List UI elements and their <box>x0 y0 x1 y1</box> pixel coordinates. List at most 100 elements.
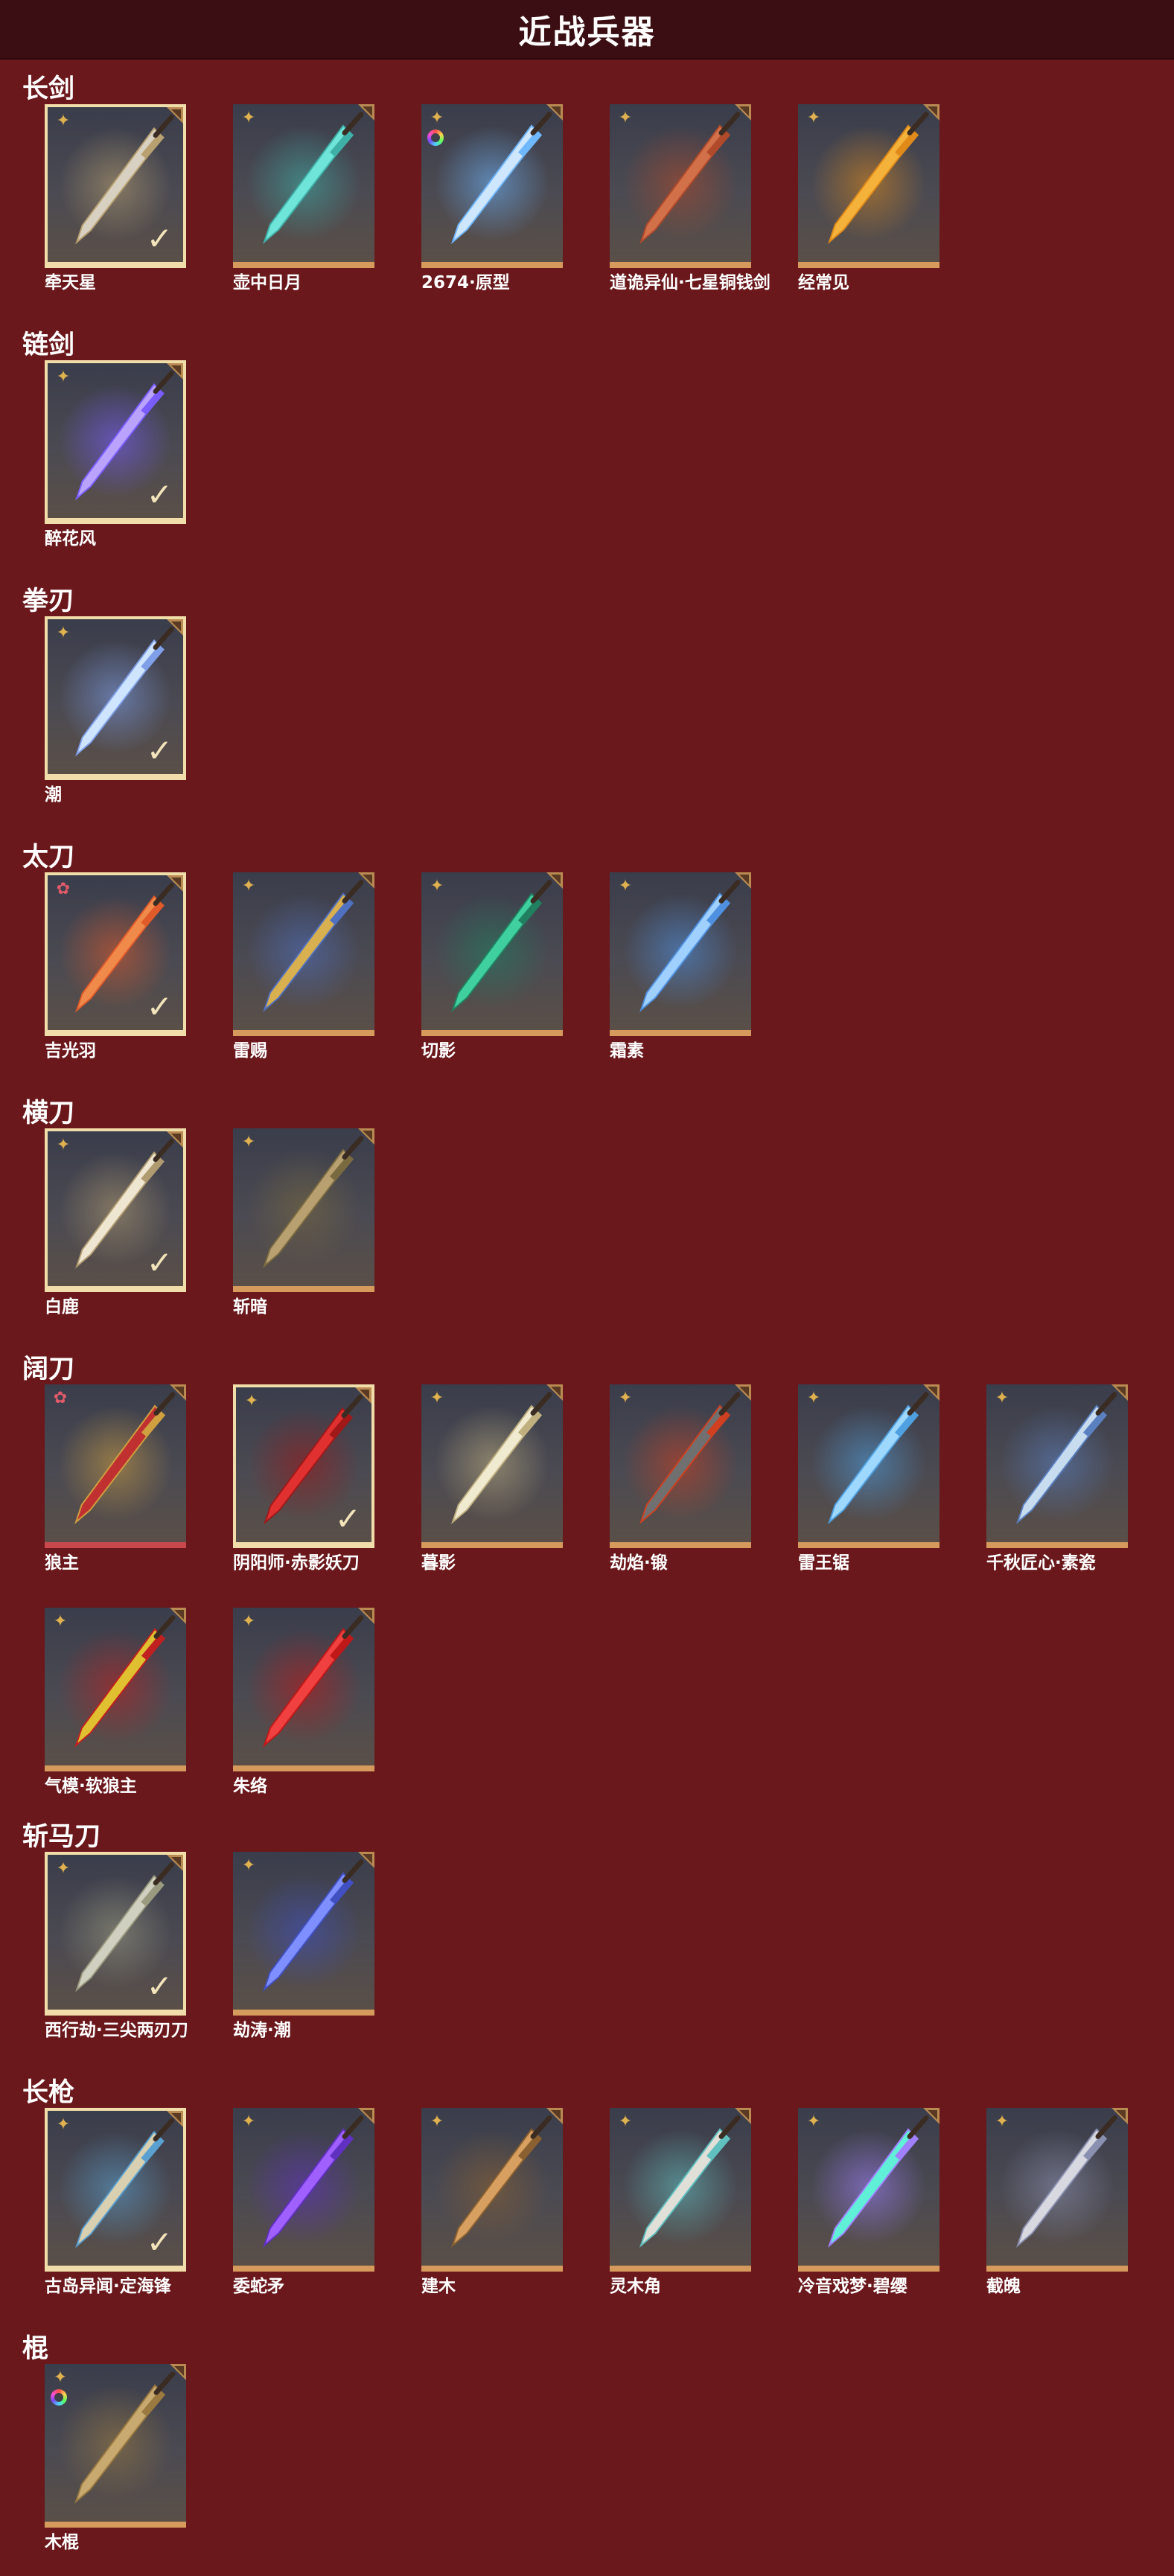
weapon-item[interactable]: ✦ ✓ 古岛异闻·定海锋 <box>45 2108 186 2297</box>
corner-badge-icon <box>167 1131 183 1148</box>
weapon-card[interactable]: ✦ <box>986 1384 1128 1548</box>
weapon-card[interactable]: ✦ ✓ <box>45 360 186 524</box>
weapon-item[interactable]: ✦ 建木 <box>421 2108 563 2297</box>
weapon-name: 吉光羽 <box>45 1041 96 1061</box>
weapon-name: 潮 <box>45 785 62 805</box>
weapon-card[interactable]: ✦ ✓ <box>45 616 186 780</box>
weapon-name: 切影 <box>421 1041 456 1061</box>
weapon-item[interactable]: ✦ 壶中日月 <box>233 104 374 293</box>
weapon-card[interactable]: ✦ <box>421 104 563 268</box>
weapon-item[interactable]: ✦ 千秋匠心·素瓷 <box>986 1384 1128 1573</box>
weapon-item[interactable]: ✦ 2674·原型 <box>421 104 563 293</box>
weapon-item[interactable]: ✦ 切影 <box>421 872 563 1061</box>
weapon-item[interactable]: ✦ 木棍 <box>45 2364 186 2553</box>
weapon-card[interactable]: ✦ <box>798 2108 939 2272</box>
equipped-check-icon: ✓ <box>146 2224 173 2260</box>
corner-badge-icon <box>735 104 751 121</box>
weapon-card[interactable]: ✦ <box>421 2108 563 2272</box>
weapon-name: 白鹿 <box>45 1297 79 1317</box>
gold-star-icon: ✦ <box>618 877 633 895</box>
gold-star-icon: ✦ <box>430 877 444 895</box>
weapon-name: 劫焰·锻 <box>610 1553 668 1573</box>
weapon-card[interactable]: ✦ <box>798 1384 939 1548</box>
weapon-row: ✦ ✓ 牵天星 ✦ 壶中日月 ✦ 2674·原型 ✦ 道诡异仙·七星铜钱剑 ✦ 经常见 <box>45 104 939 293</box>
corner-badge-icon <box>358 872 374 889</box>
weapon-card[interactable]: ✦ <box>233 872 374 1036</box>
weapon-item[interactable]: ✦ 雷赐 <box>233 872 374 1061</box>
weapon-row: ✿ ✓ 吉光羽 ✦ 雷赐 ✦ 切影 ✦ 霜素 <box>45 872 751 1061</box>
weapon-card[interactable]: ✦ <box>610 2108 751 2272</box>
weapon-row: ✿ 狼主 ✦ ✓ 阴阳师·赤影妖刀 ✦ 暮影 ✦ 劫焰·锻 ✦ 雷王锯 ✦ 千秋匠心·素瓷 <box>45 1384 1128 1573</box>
weapon-row: ✦ ✓ 古岛异闻·定海锋 ✦ 委蛇矛 ✦ 建木 ✦ 灵木角 ✦ 冷音戏梦·碧缨 ✦ 截魄 <box>45 2108 1128 2297</box>
weapon-row: ✦ ✓ 白鹿 ✦ 斩暗 <box>45 1128 374 1317</box>
category-title: 长剑 <box>22 74 75 104</box>
weapon-item[interactable]: ✦ ✓ 牵天星 <box>45 104 186 293</box>
weapon-card[interactable]: ✦ <box>798 104 939 268</box>
weapon-item[interactable]: ✦ 朱络 <box>233 1608 374 1797</box>
gold-star-icon: ✦ <box>56 112 71 130</box>
weapon-item[interactable]: ✦ 气模·软狼主 <box>45 1608 186 1797</box>
gold-star-icon: ✦ <box>56 1136 71 1154</box>
weapon-card[interactable]: ✦ <box>233 1608 374 1771</box>
weapon-item[interactable]: ✦ ✓ 西行劫·三尖两刃刀 <box>45 1852 188 2041</box>
weapon-card[interactable]: ✦ <box>610 104 751 268</box>
weapon-item[interactable]: ✦ 冷音戏梦·碧缨 <box>798 2108 939 2297</box>
weapon-name: 狼主 <box>45 1553 79 1573</box>
weapon-card[interactable]: ✦ <box>233 2108 374 2272</box>
weapon-item[interactable]: ✿ 狼主 <box>45 1384 186 1573</box>
corner-badge-icon <box>546 872 563 889</box>
rainbow-ring-icon <box>51 2389 67 2406</box>
weapon-item[interactable]: ✿ ✓ 吉光羽 <box>45 872 186 1061</box>
gold-star-icon: ✦ <box>241 109 256 127</box>
weapon-item[interactable]: ✦ 霜素 <box>610 872 751 1061</box>
weapon-item[interactable]: ✦ 劫涛·潮 <box>233 1852 374 2041</box>
weapon-card[interactable]: ✦ <box>45 2364 186 2528</box>
weapon-item[interactable]: ✦ ✓ 阴阳师·赤影妖刀 <box>233 1384 374 1573</box>
category-title: 链剑 <box>22 330 75 360</box>
weapon-card[interactable]: ✦ ✓ <box>45 2108 186 2272</box>
weapon-card[interactable]: ✿ <box>45 1384 186 1548</box>
weapon-item[interactable]: ✦ ✓ 白鹿 <box>45 1128 186 1317</box>
weapon-card[interactable]: ✦ ✓ <box>233 1384 374 1548</box>
weapon-item[interactable]: ✦ 道诡异仙·七星铜钱剑 <box>610 104 771 293</box>
weapon-card[interactable]: ✦ <box>233 1128 374 1292</box>
equipped-check-icon: ✓ <box>146 1968 173 2004</box>
weapon-card[interactable]: ✦ <box>45 1608 186 1771</box>
gold-star-icon: ✦ <box>618 1389 633 1407</box>
weapon-name: 壶中日月 <box>233 273 302 293</box>
weapon-card[interactable]: ✦ <box>610 872 751 1036</box>
red-star-icon: ✿ <box>53 1389 68 1407</box>
weapon-item[interactable]: ✦ 截魄 <box>986 2108 1128 2297</box>
corner-badge-icon <box>546 104 563 121</box>
weapon-row: ✦ ✓ 醉花风 <box>45 360 186 549</box>
weapon-card[interactable]: ✦ <box>421 872 563 1036</box>
weapon-item[interactable]: ✦ 暮影 <box>421 1384 563 1573</box>
category-title: 太刀 <box>22 843 75 872</box>
gold-star-icon: ✦ <box>806 109 821 127</box>
gold-star-icon: ✦ <box>244 1392 259 1410</box>
weapon-card[interactable]: ✦ <box>233 1852 374 2016</box>
rainbow-ring-icon <box>427 130 444 146</box>
weapon-card[interactable]: ✦ <box>421 1384 563 1548</box>
weapon-item[interactable]: ✦ 经常见 <box>798 104 939 293</box>
category-title: 棍 <box>22 2334 49 2364</box>
gold-star-icon: ✦ <box>430 109 444 127</box>
weapon-card[interactable]: ✦ <box>610 1384 751 1548</box>
weapon-card[interactable]: ✦ ✓ <box>45 1128 186 1292</box>
weapon-card[interactable]: ✿ ✓ <box>45 872 186 1036</box>
gold-star-icon: ✦ <box>430 2112 444 2131</box>
weapon-card[interactable]: ✦ <box>233 104 374 268</box>
weapon-item[interactable]: ✦ ✓ 潮 <box>45 616 186 805</box>
weapon-item[interactable]: ✦ 斩暗 <box>233 1128 374 1317</box>
weapon-item[interactable]: ✦ 雷王锯 <box>798 1384 939 1573</box>
weapon-card[interactable]: ✦ ✓ <box>45 1852 186 2016</box>
category-title: 斩马刀 <box>22 1822 101 1852</box>
weapon-item[interactable]: ✦ ✓ 醉花风 <box>45 360 186 549</box>
weapon-card[interactable]: ✦ ✓ <box>45 104 186 268</box>
weapon-item[interactable]: ✦ 灵木角 <box>610 2108 751 2297</box>
equipped-check-icon: ✓ <box>146 220 173 257</box>
weapon-item[interactable]: ✦ 劫焰·锻 <box>610 1384 751 1573</box>
weapon-item[interactable]: ✦ 委蛇矛 <box>233 2108 374 2297</box>
corner-badge-icon <box>358 1608 374 1624</box>
weapon-card[interactable]: ✦ <box>986 2108 1128 2272</box>
